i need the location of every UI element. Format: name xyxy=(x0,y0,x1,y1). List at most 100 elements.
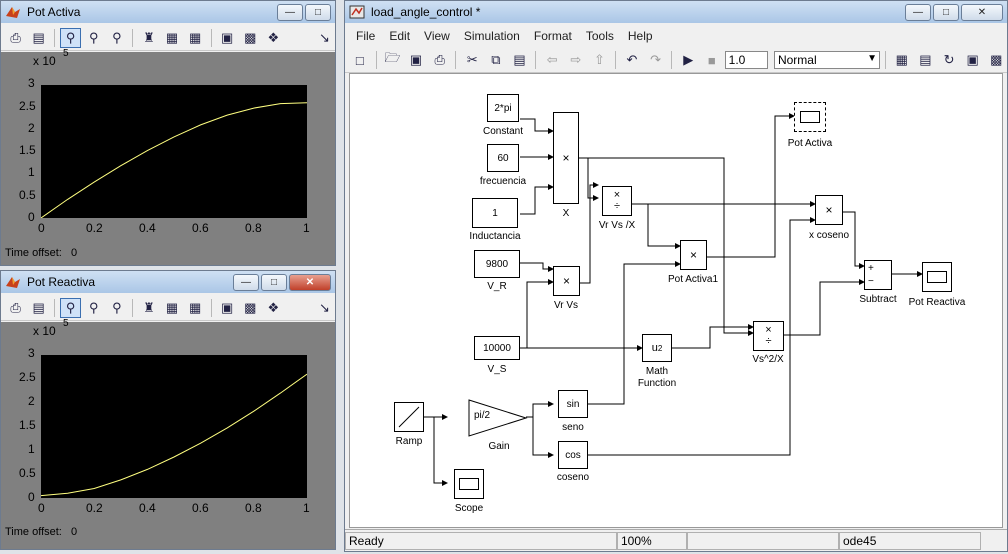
minimize-button[interactable]: — xyxy=(233,273,259,291)
cos-label: coseno xyxy=(556,472,590,483)
product-vrvs-block[interactable]: × xyxy=(553,266,580,296)
new-icon[interactable]: □ xyxy=(349,50,371,70)
gain-block[interactable]: pi/2 xyxy=(468,399,528,437)
math-function-block[interactable]: u2 xyxy=(642,334,672,362)
lock-axes-icon[interactable]: ▩ xyxy=(240,28,261,48)
exponent-power: 5 xyxy=(63,318,69,329)
model-canvas[interactable]: 2*pi Constant 60 frecuencia 1 Inductanci… xyxy=(349,73,1003,528)
y-tick-label: 2 xyxy=(28,121,35,135)
stop-time-input[interactable]: 1.0 xyxy=(724,51,768,69)
zoom-x-icon[interactable]: ⚲ xyxy=(83,298,104,318)
autoscale-icon[interactable]: ♜ xyxy=(138,298,159,318)
menu-view[interactable]: View xyxy=(417,29,457,43)
stop-simulation-icon[interactable]: ■ xyxy=(701,50,723,70)
start-simulation-icon[interactable]: ▶ xyxy=(677,50,699,70)
open-icon[interactable]: 🗁 xyxy=(382,50,404,70)
v-r-block[interactable]: 9800 xyxy=(474,250,520,278)
x-tick-label: 0.4 xyxy=(139,501,156,515)
print-icon[interactable]: ⎙ xyxy=(5,28,26,48)
forward-icon[interactable]: ⇨ xyxy=(565,50,587,70)
divide-vrvs-x-block[interactable]: × ÷ xyxy=(602,186,632,216)
restore-axes-icon[interactable]: ▦ xyxy=(185,28,206,48)
maximize-button[interactable]: □ xyxy=(305,3,331,21)
pot-activa-titlebar[interactable]: Pot Activa — □ xyxy=(1,1,335,23)
menu-tools[interactable]: Tools xyxy=(579,29,621,43)
save-axes-icon[interactable]: ▦ xyxy=(161,298,182,318)
menu-format[interactable]: Format xyxy=(527,29,579,43)
x-tick-label: 0.8 xyxy=(245,501,262,515)
subtract-block[interactable]: + − xyxy=(864,260,892,290)
back-icon[interactable]: ⇦ xyxy=(541,50,563,70)
minimize-button[interactable]: — xyxy=(277,3,303,21)
dock-arrow-icon[interactable]: ↘ xyxy=(314,28,335,48)
y-tick-label: 3 xyxy=(28,76,35,90)
menu-edit[interactable]: Edit xyxy=(382,29,417,43)
zoom-y-icon[interactable]: ⚲ xyxy=(106,28,127,48)
paste-icon[interactable]: ▤ xyxy=(509,50,531,70)
refresh-icon[interactable]: ↻ xyxy=(938,50,960,70)
undo-icon[interactable]: ↶ xyxy=(621,50,643,70)
pot-reactiva-window: Pot Reactiva — □ ✕ ⎙ ▤ ⚲ ⚲ ⚲ ♜ ▦ ▦ ▣ ▩ ❖… xyxy=(0,270,336,550)
menu-file[interactable]: File xyxy=(349,29,382,43)
scope-block[interactable] xyxy=(454,469,484,499)
minus-symbol: − xyxy=(868,276,874,287)
zoom-x-icon[interactable]: ⚲ xyxy=(83,28,104,48)
y-tick-label: 2.5 xyxy=(19,370,36,384)
inductancia-label: Inductancia xyxy=(469,231,521,242)
print-icon[interactable]: ⎙ xyxy=(429,50,451,70)
library-browser-icon[interactable]: ▤ xyxy=(915,50,937,70)
exponent-base: x 10 xyxy=(33,324,56,338)
close-button[interactable]: ✕ xyxy=(961,3,1003,21)
signal-selection-icon[interactable]: ❖ xyxy=(263,298,284,318)
debugger-icon[interactable]: ▩ xyxy=(985,50,1007,70)
model-titlebar[interactable]: load_angle_control * — □ ✕ xyxy=(345,1,1007,23)
ramp-label: Ramp xyxy=(395,436,423,447)
pot-reactiva-titlebar[interactable]: Pot Reactiva — □ ✕ xyxy=(1,271,335,293)
simulation-mode-select[interactable]: Normal ▼ xyxy=(773,51,880,69)
print-icon[interactable]: ⎙ xyxy=(5,298,26,318)
floating-scope-icon[interactable]: ▣ xyxy=(217,28,238,48)
maximize-button[interactable]: □ xyxy=(933,3,959,21)
ramp-block[interactable] xyxy=(394,402,424,432)
y-tick-label: 0.5 xyxy=(19,188,36,202)
parameters-icon[interactable]: ▤ xyxy=(28,28,49,48)
divide-vs2-x-block[interactable]: × ÷ xyxy=(753,321,784,351)
x-coseno-block[interactable]: × xyxy=(815,195,843,225)
lock-axes-icon[interactable]: ▩ xyxy=(240,298,261,318)
scope-icon xyxy=(800,111,820,123)
cut-icon[interactable]: ✂ xyxy=(461,50,483,70)
product-x-block[interactable]: × xyxy=(553,112,579,204)
signal-selection-icon[interactable]: ❖ xyxy=(263,28,284,48)
cos-block[interactable]: cos xyxy=(558,441,588,469)
autoscale-icon[interactable]: ♜ xyxy=(138,28,159,48)
save-axes-icon[interactable]: ▦ xyxy=(161,28,182,48)
zoom-y-icon[interactable]: ⚲ xyxy=(106,298,127,318)
menu-simulation[interactable]: Simulation xyxy=(457,29,527,43)
frecuencia-block[interactable]: 60 xyxy=(487,144,519,172)
copy-icon[interactable]: ⧉ xyxy=(485,50,507,70)
zoom-icon[interactable]: ⚲ xyxy=(60,297,82,318)
v-s-block[interactable]: 10000 xyxy=(474,336,520,360)
dock-arrow-icon[interactable]: ↘ xyxy=(314,298,335,318)
restore-axes-icon[interactable]: ▦ xyxy=(185,298,206,318)
up-icon[interactable]: ⇧ xyxy=(589,50,611,70)
pot-activa-scope-block[interactable] xyxy=(794,102,826,132)
floating-scope-icon[interactable]: ▣ xyxy=(217,298,238,318)
menu-help[interactable]: Help xyxy=(621,29,660,43)
pot-activa1-block[interactable]: × xyxy=(680,240,707,270)
build-icon[interactable]: ▦ xyxy=(891,50,913,70)
close-button[interactable]: ✕ xyxy=(289,273,331,291)
model-explorer-icon[interactable]: ▣ xyxy=(962,50,984,70)
save-icon[interactable]: ▣ xyxy=(405,50,427,70)
zoom-icon[interactable]: ⚲ xyxy=(60,27,82,48)
sin-block[interactable]: sin xyxy=(558,390,588,418)
time-offset: Time offset: 0 xyxy=(5,526,78,538)
constant-block[interactable]: 2*pi xyxy=(487,94,519,122)
pot-reactiva-scope-block[interactable] xyxy=(922,262,952,292)
divide-symbol: ÷ xyxy=(613,200,621,212)
minimize-button[interactable]: — xyxy=(905,3,931,21)
redo-icon[interactable]: ↷ xyxy=(645,50,667,70)
inductancia-block[interactable]: 1 xyxy=(472,198,518,228)
maximize-button[interactable]: □ xyxy=(261,273,287,291)
parameters-icon[interactable]: ▤ xyxy=(28,298,49,318)
